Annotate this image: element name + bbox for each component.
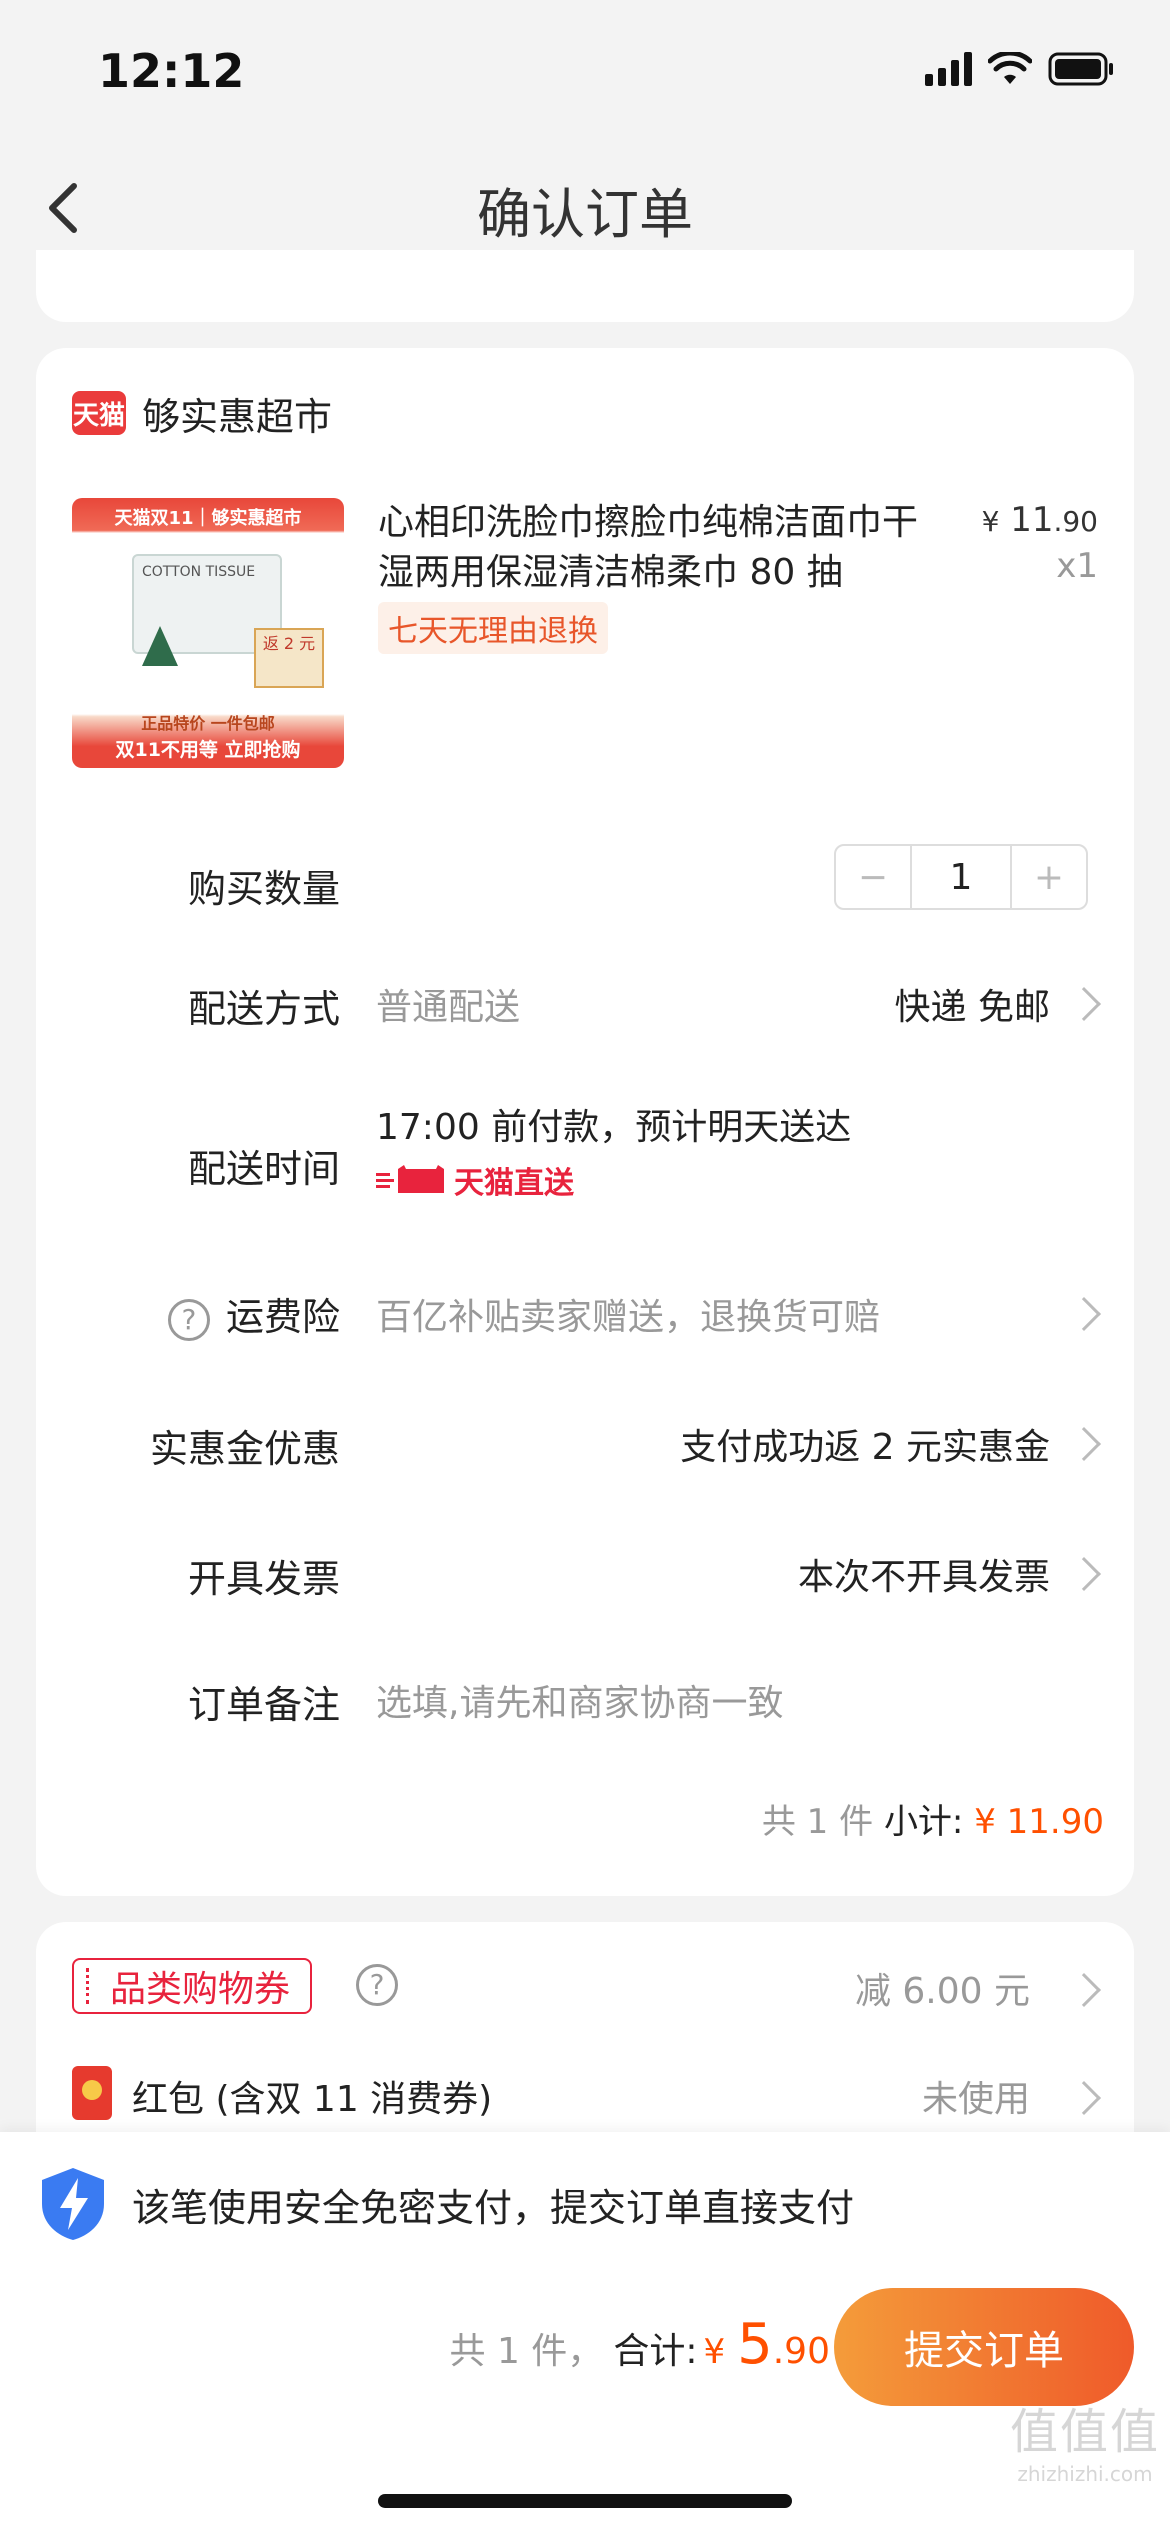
delivery-method-label: 配送方式 (187, 987, 340, 1031)
invoice-label: 开具发票 (187, 1557, 340, 1601)
chevron-right-icon (1067, 1557, 1101, 1591)
redpacket-label: 红包 (含双 11 消费券) (132, 2079, 493, 2120)
redpacket-value: 未使用 (921, 2079, 1030, 2120)
shipping-insurance-label: ? 运费险 (167, 1286, 340, 1341)
secure-payment-text: 该笔使用安全免密支付，提交订单直接支付 (132, 2185, 855, 2230)
delivery-fee: 快递 免邮 (894, 987, 1050, 1028)
price-dec: .90 (1053, 505, 1098, 538)
bottom-bar: 该笔使用安全免密支付，提交订单直接支付 共 1 件， 合计: ¥ 5.90 提交… (0, 2132, 1170, 2532)
page-title: 确认订单 (477, 183, 693, 246)
delivery-time-row: 配送时间 17:00 前付款，预计明天送达 天猫直送 (36, 1088, 1134, 1228)
store-header[interactable]: 天猫 够实惠超市 (72, 388, 333, 439)
address-card-bottom (36, 250, 1134, 322)
category-coupon-label: 品类购物券 (72, 1958, 313, 2014)
order-total: 共 1 件， 合计: ¥ 5.90 (450, 2312, 830, 2377)
thumb-banner: 天猫双11｜够实惠超市 (114, 508, 302, 529)
subtotal-count: 共 1 件 (761, 1802, 874, 1842)
delivery-method-value: 普通配送 (376, 987, 521, 1028)
total-currency: ¥ (703, 2332, 726, 2372)
store-name: 够实惠超市 (142, 394, 333, 439)
help-icon[interactable]: ? (167, 1298, 210, 1341)
increment-button[interactable]: + (1012, 846, 1086, 908)
shipping-insurance-value: 百亿补贴卖家赠送，退换货可赔 (376, 1297, 881, 1338)
order-note-row: 订单备注 选填,请先和商家协商一致 (36, 1654, 1134, 1734)
delivery-time-value: 17:00 前付款，预计明天送达 (376, 1107, 852, 1148)
tmall-direct-icon (376, 1165, 444, 1193)
invoice-row[interactable]: 开具发票 本次不开具发票 (36, 1528, 1134, 1608)
delivery-method-row[interactable]: 配送方式 普通配送 快递 免邮 (36, 958, 1134, 1038)
discount-value: 支付成功返 2 元实惠金 (680, 1427, 1050, 1468)
watermark-url: zhizhizhi.com (1017, 2462, 1153, 2486)
subtotal-amount: ¥ 11.90 (974, 1802, 1104, 1842)
total-int: 5 (737, 2312, 773, 2377)
total-dec: .90 (772, 2331, 830, 2372)
chevron-right-icon (1067, 2081, 1101, 2115)
quantity-value[interactable]: 1 (910, 846, 1012, 908)
shield-lightning-icon (42, 2168, 104, 2240)
tmall-direct-badge: 天猫直送 (376, 1158, 574, 1202)
order-card: 天猫 够实惠超市 天猫双11｜够实惠超市 COTTON TISSUE 返 2 元… (36, 348, 1134, 1896)
subtotal: 共 1 件 小计: ¥ 11.90 (762, 1794, 1104, 1843)
signal-icon (925, 52, 972, 86)
subtotal-label: 小计: (883, 1802, 964, 1842)
shipping-insurance-row[interactable]: ? 运费险 百亿补贴卖家赠送，退换货可赔 (36, 1268, 1134, 1348)
discount-row[interactable]: 实惠金优惠 支付成功返 2 元实惠金 (36, 1398, 1134, 1478)
watermark-logo: 值值值 (1009, 2404, 1160, 2460)
return-policy-badge: 七天无理由退换 (378, 602, 608, 654)
quantity-row: 购买数量 − 1 + (36, 838, 1134, 918)
status-bar: 12:12 (0, 0, 1170, 140)
chevron-right-icon (1067, 1973, 1101, 2007)
total-label: 合计: (613, 2331, 698, 2372)
secure-payment-notice: 该笔使用安全免密支付，提交订单直接支付 (38, 2166, 854, 2242)
product-price: ¥ 11.90 (982, 500, 1098, 540)
quantity-label: 购买数量 (187, 867, 340, 911)
thumb-line2: 双11不用等 立即抢购 (115, 739, 301, 761)
shipping-insurance-text: 运费险 (225, 1295, 340, 1339)
quantity-stepper[interactable]: − 1 + (834, 844, 1088, 910)
tree-icon (142, 626, 178, 666)
home-indicator[interactable] (378, 2494, 792, 2508)
tmall-direct-text: 天猫直送 (454, 1166, 574, 1201)
order-note-label: 订单备注 (187, 1683, 340, 1727)
thumb-cotton-text: COTTON TISSUE (142, 564, 256, 580)
red-packet-icon (72, 2066, 112, 2120)
wifi-icon (988, 52, 1032, 84)
category-coupon-value: 减 6.00 元 (854, 1971, 1030, 2012)
delivery-time-label: 配送时间 (187, 1147, 340, 1191)
price-int: 11 (1010, 500, 1054, 540)
order-note-input[interactable]: 选填,请先和商家协商一致 (376, 1674, 783, 1726)
decrement-button[interactable]: − (836, 846, 910, 908)
thumb-rebate: 返 2 元 (254, 628, 324, 688)
tmall-icon: 天猫 (72, 391, 126, 435)
watermark: 值值值 zhizhizhi.com (1010, 2392, 1160, 2486)
battery-icon (1048, 52, 1113, 86)
total-count: 共 1 件， (449, 2331, 604, 2372)
category-coupon-row[interactable]: 品类购物券 ? 减 6.00 元 (36, 1922, 1134, 2042)
status-icons (925, 52, 1114, 86)
thumb-line1: 正品特价 一件包邮 (141, 714, 275, 733)
product-title[interactable]: 心相印洗脸巾擦脸巾纯棉洁面巾干湿两用保湿清洁棉柔巾 80 抽 (378, 498, 938, 598)
help-icon[interactable]: ? (356, 1964, 398, 2006)
chevron-right-icon (1067, 1297, 1101, 1331)
product-quantity: x1 (1056, 546, 1098, 586)
status-time: 12:12 (98, 44, 245, 98)
submit-order-button[interactable]: 提交订单 (834, 2288, 1134, 2406)
chevron-right-icon (1067, 987, 1101, 1021)
price-symbol: ¥ (981, 505, 1000, 538)
chevron-right-icon (1067, 1427, 1101, 1461)
invoice-value: 本次不开具发票 (797, 1557, 1050, 1598)
product-image[interactable]: 天猫双11｜够实惠超市 COTTON TISSUE 返 2 元 正品特价 一件包… (72, 498, 344, 768)
discount-label: 实惠金优惠 (149, 1427, 340, 1471)
